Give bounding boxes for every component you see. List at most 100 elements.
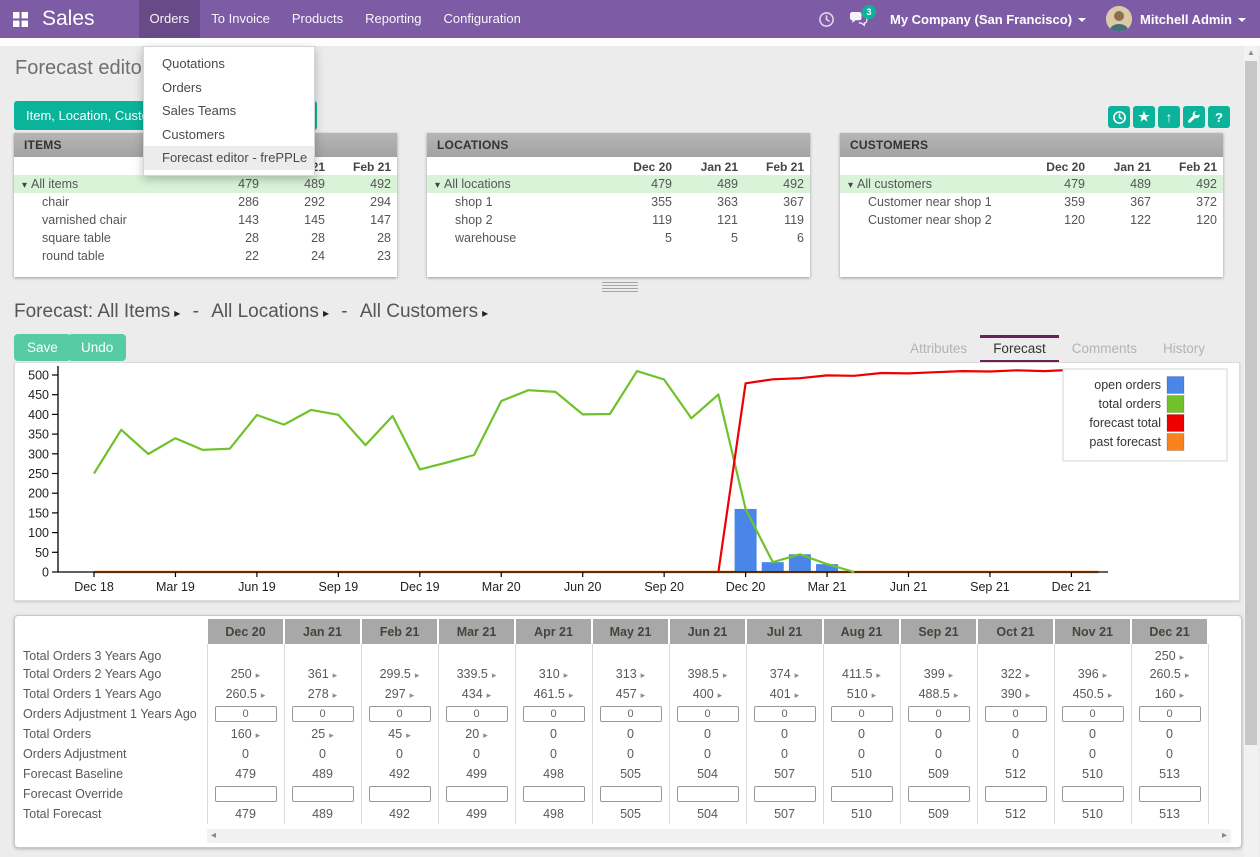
adjustment-input[interactable] — [369, 706, 431, 722]
panel-row-customer-near-shop-2[interactable]: Customer near shop 2120122120 — [840, 211, 1223, 229]
panel-row-varnished-chair[interactable]: varnished chair143145147 — [14, 211, 397, 229]
panel-row-shop-1[interactable]: shop 1355363367 — [427, 193, 810, 211]
override-input[interactable] — [446, 786, 508, 802]
adjustment-input[interactable] — [985, 706, 1047, 722]
panel-row-warehouse[interactable]: warehouse556 — [427, 229, 810, 247]
detail-expand-icon[interactable]: ▸ — [1108, 690, 1113, 700]
panel-row-shop-2[interactable]: shop 2119121119 — [427, 211, 810, 229]
detail-expand-icon[interactable]: ▸ — [1185, 670, 1190, 680]
menu-item-quotations[interactable]: Quotations — [144, 52, 314, 76]
wrench-button[interactable] — [1183, 106, 1205, 128]
detail-expand-icon[interactable]: ▸ — [569, 690, 574, 700]
adjustment-input[interactable] — [754, 706, 816, 722]
adjustment-input[interactable] — [523, 706, 585, 722]
detail-expand-icon[interactable]: ▸ — [256, 670, 261, 680]
override-input[interactable] — [369, 786, 431, 802]
grid-horizontal-scrollbar[interactable]: ◂ ▸ — [207, 829, 1231, 843]
detail-expand-icon[interactable]: ▸ — [256, 730, 261, 740]
undo-button[interactable]: Undo — [68, 334, 126, 361]
avatar[interactable] — [1106, 6, 1132, 32]
override-input[interactable] — [1062, 786, 1124, 802]
menu-item-sales-teams[interactable]: Sales Teams — [144, 99, 314, 123]
forecast-dimension-all-items[interactable]: All Items▸ — [97, 301, 180, 322]
detail-expand-icon[interactable]: ▸ — [872, 690, 877, 700]
detail-expand-icon[interactable]: ▸ — [1180, 690, 1185, 700]
detail-expand-icon[interactable]: ▸ — [415, 670, 420, 680]
override-input[interactable] — [908, 786, 970, 802]
star-button[interactable]: ★ — [1133, 106, 1155, 128]
page-scrollbar[interactable]: ▲ — [1244, 46, 1258, 857]
detail-expand-icon[interactable]: ▸ — [406, 730, 411, 740]
panel-row-round-table[interactable]: round table222423 — [14, 247, 397, 265]
tab-history[interactable]: History — [1150, 335, 1218, 363]
panels-resize-handle[interactable] — [602, 280, 638, 294]
override-input[interactable] — [600, 786, 662, 802]
panel-row-all-items[interactable]: ▾All items479489492 — [14, 175, 397, 193]
nav-item-orders[interactable]: Orders — [139, 0, 201, 38]
forecast-dimension-all-locations[interactable]: All Locations▸ — [211, 301, 329, 322]
tab-forecast[interactable]: Forecast — [980, 335, 1059, 363]
adjustment-input[interactable] — [215, 706, 277, 722]
detail-expand-icon[interactable]: ▸ — [795, 670, 800, 680]
override-input[interactable] — [523, 786, 585, 802]
tree-expand-icon[interactable]: ▾ — [435, 180, 440, 191]
override-input[interactable] — [831, 786, 893, 802]
company-switcher[interactable]: My Company (San Francisco) — [890, 12, 1086, 27]
override-input[interactable] — [985, 786, 1047, 802]
detail-expand-icon[interactable]: ▸ — [641, 690, 646, 700]
panel-row-all-locations[interactable]: ▾All locations479489492 — [427, 175, 810, 193]
help-button[interactable]: ? — [1208, 106, 1230, 128]
override-input[interactable] — [754, 786, 816, 802]
scroll-up-icon[interactable]: ▲ — [1244, 48, 1258, 57]
nav-item-to-invoice[interactable]: To Invoice — [200, 0, 281, 38]
override-input[interactable] — [292, 786, 354, 802]
user-menu[interactable]: Mitchell Admin — [1140, 12, 1246, 27]
scroll-left-icon[interactable]: ◂ — [211, 829, 216, 843]
adjustment-input[interactable] — [600, 706, 662, 722]
panel-row-customer-near-shop-1[interactable]: Customer near shop 1359367372 — [840, 193, 1223, 211]
adjustment-input[interactable] — [1139, 706, 1201, 722]
menu-item-orders[interactable]: Orders — [144, 76, 314, 100]
detail-expand-icon[interactable]: ▸ — [487, 690, 492, 700]
detail-expand-icon[interactable]: ▸ — [261, 690, 266, 700]
detail-expand-icon[interactable]: ▸ — [795, 690, 800, 700]
adjustment-input[interactable] — [1062, 706, 1124, 722]
app-title[interactable]: Sales — [40, 0, 97, 38]
detail-expand-icon[interactable]: ▸ — [1180, 652, 1185, 662]
activities-clock-icon[interactable] — [818, 11, 835, 28]
nav-item-reporting[interactable]: Reporting — [354, 0, 432, 38]
override-input[interactable] — [677, 786, 739, 802]
apps-menu-icon[interactable] — [0, 0, 40, 38]
detail-expand-icon[interactable]: ▸ — [723, 670, 728, 680]
detail-expand-icon[interactable]: ▸ — [1103, 670, 1108, 680]
detail-expand-icon[interactable]: ▸ — [1026, 690, 1031, 700]
detail-expand-icon[interactable]: ▸ — [564, 670, 569, 680]
tab-comments[interactable]: Comments — [1059, 335, 1150, 363]
tree-expand-icon[interactable]: ▾ — [22, 180, 27, 191]
clock-button[interactable] — [1108, 106, 1130, 128]
panel-row-square-table[interactable]: square table282828 — [14, 229, 397, 247]
detail-expand-icon[interactable]: ▸ — [718, 690, 723, 700]
detail-expand-icon[interactable]: ▸ — [1026, 670, 1031, 680]
adjustment-input[interactable] — [831, 706, 893, 722]
adjustment-input[interactable] — [292, 706, 354, 722]
menu-item-customers[interactable]: Customers — [144, 123, 314, 147]
adjustment-input[interactable] — [908, 706, 970, 722]
detail-expand-icon[interactable]: ▸ — [876, 670, 881, 680]
detail-expand-icon[interactable]: ▸ — [333, 690, 338, 700]
panel-row-chair[interactable]: chair286292294 — [14, 193, 397, 211]
scroll-right-icon[interactable]: ▸ — [1222, 829, 1227, 843]
adjustment-input[interactable] — [446, 706, 508, 722]
detail-expand-icon[interactable]: ▸ — [949, 670, 954, 680]
override-input[interactable] — [215, 786, 277, 802]
detail-expand-icon[interactable]: ▸ — [410, 690, 415, 700]
nav-item-products[interactable]: Products — [281, 0, 354, 38]
scrollbar-thumb[interactable] — [1245, 61, 1257, 745]
arrow-up-button[interactable]: ↑ — [1158, 106, 1180, 128]
adjustment-input[interactable] — [677, 706, 739, 722]
detail-expand-icon[interactable]: ▸ — [333, 670, 338, 680]
tab-attributes[interactable]: Attributes — [897, 335, 980, 363]
panel-row-all-customers[interactable]: ▾All customers479489492 — [840, 175, 1223, 193]
tree-expand-icon[interactable]: ▾ — [848, 180, 853, 191]
messages-icon[interactable]: 3 — [849, 11, 868, 27]
